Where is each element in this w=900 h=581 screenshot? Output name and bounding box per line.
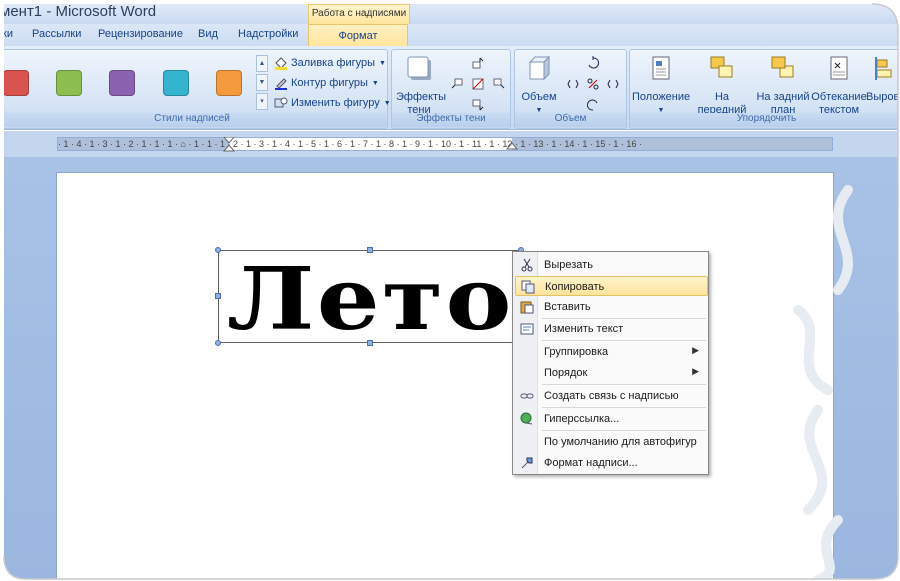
menu-item-cut[interactable]: Вырезать bbox=[515, 255, 708, 275]
horizontal-ruler[interactable]: · 1 · 4 · 1 · 3 · 1 · 2 · 1 · 1 · 1 · ⌂ … bbox=[57, 137, 833, 153]
shadow-effects-button[interactable]: Эффекты тени bbox=[396, 54, 446, 117]
submenu-arrow-icon: ▶ bbox=[692, 366, 699, 376]
menu-separator bbox=[542, 430, 706, 431]
indent-marker-icon[interactable] bbox=[223, 137, 235, 153]
change-shape-icon bbox=[274, 97, 288, 108]
menu-item-paste[interactable]: Вставить bbox=[515, 297, 708, 317]
resize-handle-nw[interactable] bbox=[215, 247, 221, 253]
menu-item-format-textbox[interactable]: Формат надписи... bbox=[515, 453, 708, 473]
tilt-left-icon[interactable] bbox=[566, 77, 580, 91]
style-swatch-green[interactable] bbox=[56, 70, 82, 96]
shadow-square-icon bbox=[407, 56, 431, 80]
menu-separator bbox=[542, 384, 706, 385]
3d-box-icon bbox=[528, 55, 551, 81]
context-menu: Вырезать Копировать Вставить Изменить те… bbox=[512, 251, 709, 475]
nudge-down-icon[interactable] bbox=[471, 98, 485, 112]
style-swatch-purple[interactable] bbox=[109, 70, 135, 96]
gallery-up-icon[interactable]: ▲ bbox=[256, 55, 268, 72]
menu-separator bbox=[542, 340, 706, 341]
paste-icon bbox=[520, 301, 534, 314]
group-textbox-styles: ▲ ▼ ▾ Заливка фигуры ▼ Контур фигуры ▼ Изм… bbox=[0, 49, 391, 129]
resize-handle-w[interactable] bbox=[215, 293, 221, 299]
style-swatch-red[interactable] bbox=[3, 70, 29, 96]
style-swatch-cyan[interactable] bbox=[163, 70, 189, 96]
nudge-left-icon[interactable] bbox=[450, 77, 464, 91]
menu-separator bbox=[542, 407, 706, 408]
shape-fill-button[interactable]: Заливка фигуры ▼ bbox=[274, 56, 386, 70]
tab-partial[interactable]: ки bbox=[2, 28, 13, 40]
menu-item-edit-text[interactable]: Изменить текст bbox=[515, 319, 708, 339]
bring-front-icon bbox=[710, 56, 733, 78]
tilt-down-icon[interactable] bbox=[586, 98, 600, 112]
context-tab-header: Работа с надписями bbox=[308, 4, 410, 24]
ribbon: ▲ ▼ ▾ Заливка фигуры ▼ Контур фигуры ▼ Изм… bbox=[0, 46, 900, 130]
group-label-shadow: Эффекты тени bbox=[392, 113, 510, 127]
copy-icon bbox=[521, 280, 535, 294]
link-icon bbox=[520, 393, 534, 399]
3d-toggle-icon[interactable] bbox=[586, 77, 600, 91]
paint-bucket-icon bbox=[275, 57, 287, 70]
pencil-outline-icon bbox=[275, 78, 287, 90]
scissors-icon bbox=[521, 258, 533, 272]
group-arrange: Положение ▼ На передний план На задний п… bbox=[629, 49, 900, 129]
align-button[interactable]: Выровн bbox=[866, 54, 900, 104]
resize-handle-s[interactable] bbox=[367, 340, 373, 346]
format-textbox-icon bbox=[521, 457, 533, 469]
ribbon-tabs: ки Рассылки Рецензирование Вид Надстройк… bbox=[0, 24, 900, 46]
decorative-script-watermark bbox=[793, 185, 853, 580]
send-back-icon bbox=[771, 56, 794, 78]
menu-item-set-default[interactable]: По умолчанию для автофигур bbox=[515, 432, 708, 452]
document-page[interactable] bbox=[56, 172, 834, 581]
3d-effects-button[interactable]: Объем ▼ bbox=[519, 54, 559, 117]
position-button[interactable]: Положение ▼ bbox=[632, 54, 690, 117]
textbox-content[interactable]: Лето- bbox=[227, 251, 522, 342]
menu-item-hyperlink[interactable]: Гиперссылка... bbox=[515, 409, 708, 429]
tab-mailings[interactable]: Рассылки bbox=[32, 28, 81, 40]
tab-addins[interactable]: Надстройки bbox=[238, 28, 298, 40]
right-indent-icon[interactable] bbox=[506, 140, 518, 150]
gallery-scroll: ▲ ▼ ▾ bbox=[256, 55, 268, 111]
nudge-right-icon[interactable] bbox=[492, 77, 506, 91]
window-title: мент1 - Microsoft Word bbox=[0, 3, 157, 20]
ruler-scale: · 1 · 4 · 1 · 3 · 1 · 2 · 1 · 1 · 1 · ⌂ … bbox=[58, 139, 642, 149]
hyperlink-globe-icon bbox=[520, 412, 533, 425]
submenu-arrow-icon: ▶ bbox=[692, 345, 699, 355]
align-icon bbox=[875, 57, 892, 80]
shadow-toggle-icon[interactable] bbox=[471, 77, 485, 91]
menu-item-copy[interactable]: Копировать bbox=[515, 276, 708, 296]
tab-review[interactable]: Рецензирование bbox=[98, 28, 183, 40]
gallery-down-icon[interactable]: ▼ bbox=[256, 74, 268, 91]
text-wrap-icon bbox=[830, 56, 848, 80]
tilt-up-icon[interactable] bbox=[586, 56, 600, 70]
position-page-icon bbox=[652, 56, 670, 80]
tilt-right-icon[interactable] bbox=[606, 77, 620, 91]
edit-text-icon bbox=[520, 323, 534, 335]
selected-textbox[interactable]: Лето- bbox=[218, 250, 523, 343]
resize-handle-n[interactable] bbox=[367, 247, 373, 253]
style-swatch-orange[interactable] bbox=[216, 70, 242, 96]
menu-item-order[interactable]: Порядок ▶ bbox=[515, 363, 708, 383]
menu-item-grouping[interactable]: Группировка ▶ bbox=[515, 342, 708, 362]
send-to-back-button[interactable]: На задний план bbox=[754, 54, 812, 117]
text-wrapping-button[interactable]: Обтекание текстом bbox=[810, 54, 868, 117]
tab-view[interactable]: Вид bbox=[198, 28, 218, 40]
group-shadow-effects: Эффекты тени Эффекты тени bbox=[391, 49, 511, 129]
shape-outline-button[interactable]: Контур фигуры ▼ bbox=[274, 76, 379, 90]
change-shape-button[interactable]: Изменить фигуру ▼ bbox=[274, 96, 391, 110]
nudge-up-icon[interactable] bbox=[471, 56, 485, 70]
group-label-arrange: Упорядочить bbox=[630, 113, 900, 127]
menu-item-create-link[interactable]: Создать связь с надписью bbox=[515, 386, 708, 406]
tab-format[interactable]: Формат bbox=[308, 24, 408, 46]
gallery-more-icon[interactable]: ▾ bbox=[256, 93, 268, 110]
resize-handle-sw[interactable] bbox=[215, 340, 221, 346]
title-bar: мент1 - Microsoft Word Работа с надписям… bbox=[0, 0, 900, 24]
group-label-3d: Объем bbox=[515, 113, 626, 127]
group-label-styles: Стили надписей bbox=[0, 113, 387, 127]
group-3d-effects: Объем ▼ Объем bbox=[514, 49, 627, 129]
